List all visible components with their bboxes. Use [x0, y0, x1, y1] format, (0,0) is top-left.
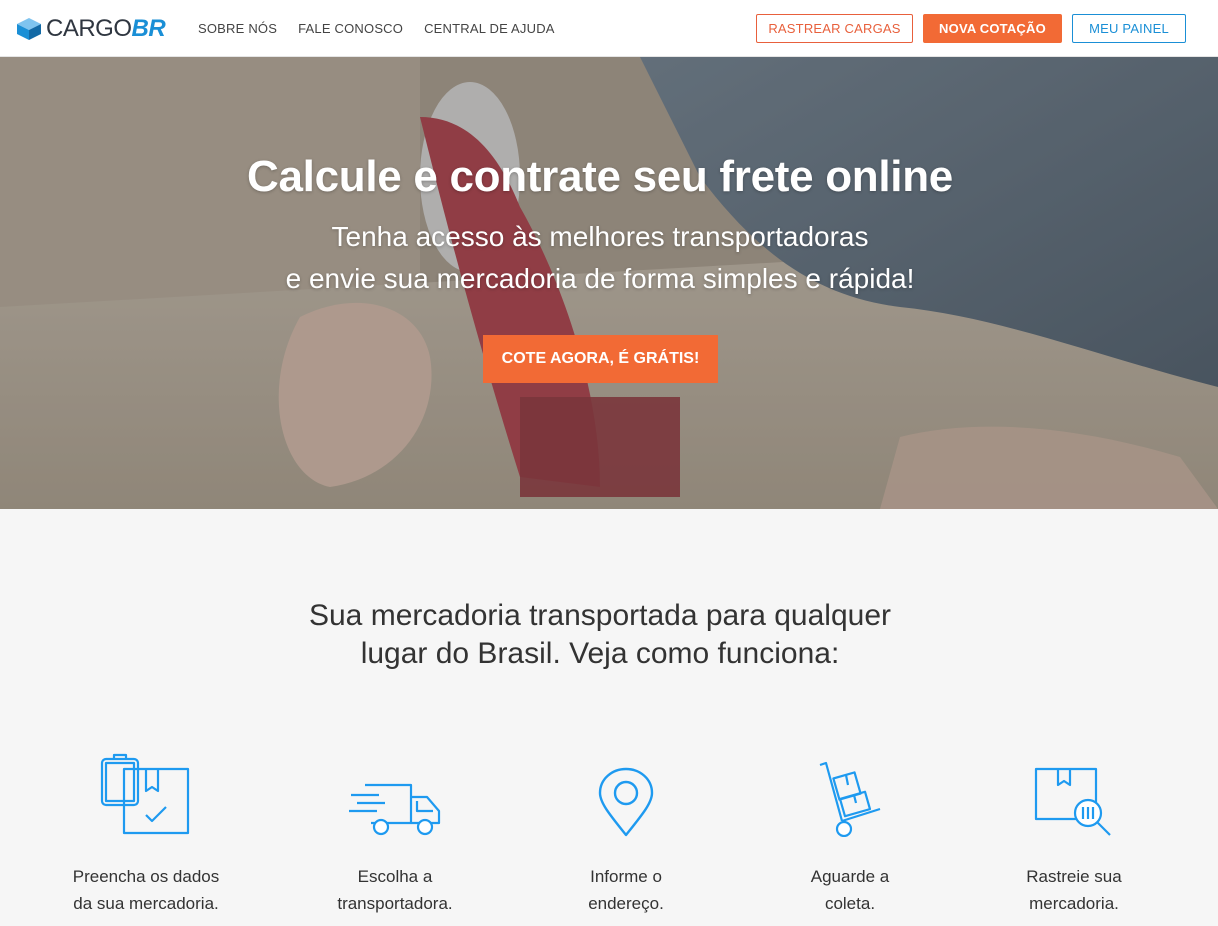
- step-label-line1: Aguarde a: [810, 867, 890, 886]
- my-panel-button[interactable]: MEU PAINEL: [1072, 14, 1186, 43]
- main-menu: SOBRE NÓS FALE CONOSCO CENTRAL DE AJUDA: [198, 0, 555, 57]
- hero-title: Calcule e contrate seu frete online: [247, 152, 953, 201]
- step-label-line2: mercadoria.: [1029, 894, 1119, 913]
- step-choose-carrier: Escolha a transportadora.: [295, 752, 495, 917]
- cube-logo-icon: [17, 18, 41, 40]
- nav-link-sobre-nos[interactable]: SOBRE NÓS: [198, 21, 277, 36]
- step-label-line2: da sua mercadoria.: [73, 894, 219, 913]
- map-pin-icon: [598, 767, 654, 837]
- step-label-line1: Escolha a: [357, 867, 433, 886]
- step-label-line2: coleta.: [824, 894, 876, 913]
- hero-subtitle-line1: Tenha acesso às melhores transportadoras: [331, 221, 869, 252]
- step-track-goods: Rastreie sua mercadoria.: [974, 752, 1174, 917]
- track-cargo-button[interactable]: RASTREAR CARGAS: [756, 14, 913, 43]
- logo-text-br: BR: [131, 15, 166, 42]
- step-label-line2: transportadora.: [337, 894, 453, 913]
- nav-link-central-de-ajuda[interactable]: CENTRAL DE AJUDA: [424, 21, 555, 36]
- cargobr-logo[interactable]: CARGOBR: [16, 15, 166, 43]
- how-it-works-title: Sua mercadoria transportada para qualque…: [308, 599, 892, 670]
- step-label-line1: Rastreie sua: [1026, 867, 1122, 886]
- hero-banner: Calcule e contrate seu frete online Tenh…: [0, 57, 1218, 509]
- top-navbar: CARGOBR SOBRE NÓS FALE CONOSCO CENTRAL D…: [0, 0, 1218, 57]
- step-label-line1: Informe o: [590, 867, 662, 886]
- get-quote-cta-button[interactable]: COTE AGORA, É GRÁTIS!: [483, 335, 718, 383]
- step-label-line2: endereço.: [588, 894, 664, 913]
- step-await-pickup: Aguarde a coleta.: [750, 752, 950, 917]
- hero-subtitle-line2: e envie sua mercadoria de forma simples …: [285, 263, 915, 294]
- nav-link-fale-conosco[interactable]: FALE CONOSCO: [298, 21, 403, 36]
- logo-text-cargo: CARGO: [46, 15, 132, 42]
- step-fill-data: Preencha os dados da sua mercadoria.: [46, 752, 246, 917]
- step-label-line1: Preencha os dados: [72, 867, 220, 886]
- clipboard-box-icon: [100, 753, 190, 835]
- truck-icon: [349, 783, 441, 836]
- box-search-icon: [1034, 767, 1111, 836]
- hand-truck-icon: [819, 761, 881, 837]
- new-quote-button[interactable]: NOVA COTAÇÃO: [923, 14, 1062, 43]
- step-inform-address: Informe o endereço.: [526, 752, 726, 917]
